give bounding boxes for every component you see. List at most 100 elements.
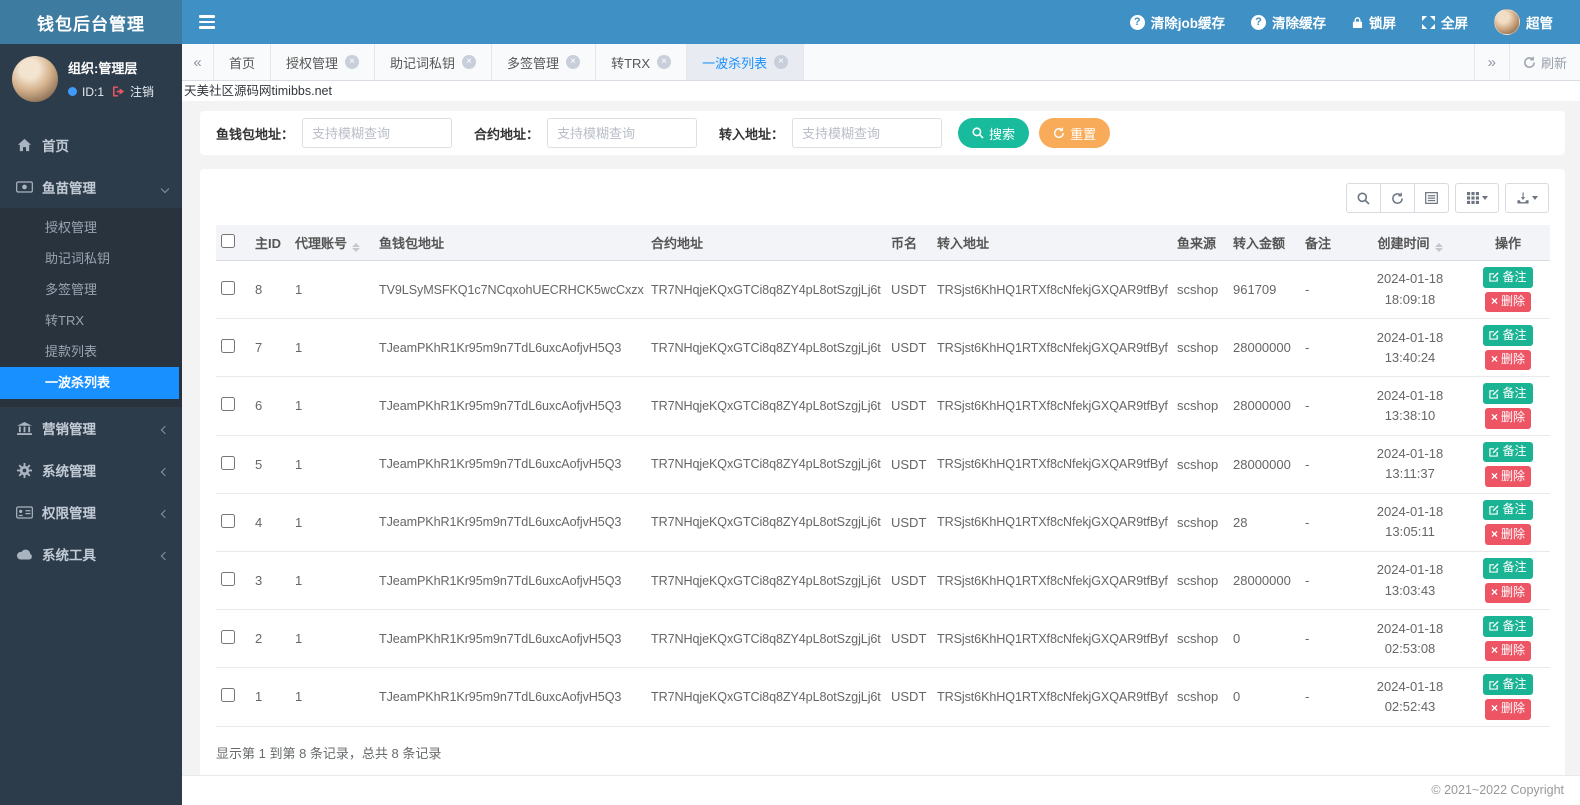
- logout-button[interactable]: 注销: [130, 83, 154, 100]
- row-checkbox[interactable]: [221, 397, 235, 412]
- refresh-icon: [1523, 56, 1536, 69]
- reset-button[interactable]: 重置: [1039, 118, 1111, 148]
- sidebar-item-multisig-management[interactable]: 多签管理: [0, 274, 182, 305]
- sidebar-item-home[interactable]: 首页: [0, 124, 182, 166]
- edit-icon: [1489, 330, 1500, 341]
- delete-button[interactable]: × 删除: [1484, 466, 1532, 487]
- fullscreen-button[interactable]: 全屏: [1409, 0, 1481, 44]
- tab-home[interactable]: 首页: [214, 44, 272, 80]
- cell-contract-address: TR7NHqjeKQxGTCi8q8ZY4pL8otSzgjLj6t: [646, 318, 886, 378]
- lock-screen-button[interactable]: 锁屏: [1339, 0, 1409, 44]
- export-button[interactable]: [1505, 183, 1549, 213]
- cell-coin: USDT: [886, 435, 932, 494]
- cell-id: 3: [250, 551, 290, 611]
- tab-multisig-management[interactable]: 多签管理 ×: [492, 44, 597, 80]
- row-select-cell: [216, 435, 250, 494]
- tabs-scroll-right-button[interactable]: »: [1473, 44, 1509, 80]
- to-address-input[interactable]: [792, 118, 943, 148]
- delete-button-label: 删除: [1501, 352, 1526, 367]
- delete-button[interactable]: × 删除: [1484, 698, 1532, 720]
- sidebar-item-label: 权限管理: [42, 506, 96, 521]
- col-agent[interactable]: 代理账号: [290, 225, 374, 261]
- cell-to-address: TRSjst6KhHQ1RTXf8cNfekjGXQAR9tfByf: [932, 551, 1172, 611]
- tab-transfer-trx[interactable]: 转TRX ×: [596, 44, 688, 80]
- cell-amount: 0: [1228, 609, 1300, 669]
- select-all-checkbox[interactable]: [221, 234, 235, 248]
- cell-source: scshop: [1172, 609, 1228, 669]
- row-checkbox[interactable]: [221, 281, 235, 296]
- card-view-button[interactable]: [1414, 183, 1449, 213]
- delete-button-label: 删除: [1501, 585, 1526, 600]
- note-button[interactable]: 备注: [1483, 674, 1533, 695]
- wallet-address-input[interactable]: [302, 118, 453, 148]
- delete-button[interactable]: × 删除: [1484, 349, 1532, 371]
- clear-job-cache-button[interactable]: ? 清除job缓存: [1117, 0, 1238, 44]
- close-icon[interactable]: ×: [566, 55, 581, 69]
- cell-source: scshop: [1172, 493, 1228, 552]
- tab-onewave-list[interactable]: 一波杀列表 ×: [687, 44, 805, 80]
- cell-coin: USDT: [886, 551, 932, 611]
- top-header: 钱包后台管理 ? 清除job缓存 ? 清除缓存 锁屏 全屏 超管: [0, 0, 1580, 44]
- close-icon[interactable]: ×: [657, 55, 672, 69]
- table-search-button[interactable]: [1346, 183, 1381, 213]
- table-row: 5 1 TJeamPKhR1Kr95m9n7TdL6uxcAofjvH5Q3 T…: [216, 435, 1550, 494]
- sidebar-item-transfer-trx[interactable]: 转TRX: [0, 305, 182, 336]
- note-button[interactable]: 备注: [1483, 557, 1533, 579]
- close-icon[interactable]: ×: [462, 55, 477, 69]
- cell-actions: 备注 × 删除: [1466, 667, 1550, 727]
- sort-icon: [1434, 243, 1443, 252]
- row-checkbox[interactable]: [221, 688, 235, 703]
- note-button[interactable]: 备注: [1483, 325, 1533, 346]
- tab-label: 一波杀列表: [702, 55, 768, 71]
- delete-button[interactable]: × 删除: [1484, 582, 1532, 604]
- tab-mnemonic-keys[interactable]: 助记词私钥 ×: [375, 44, 493, 80]
- sidebar-item-fish-management[interactable]: 鱼苗管理: [0, 166, 182, 208]
- note-button[interactable]: 备注: [1483, 267, 1533, 288]
- refresh-tab-button[interactable]: 刷新: [1508, 44, 1580, 80]
- sidebar-item-auth-management[interactable]: 授权管理: [0, 212, 182, 243]
- edit-icon: [1489, 621, 1500, 632]
- tabs-scroll-left-button[interactable]: «: [182, 44, 214, 80]
- note-button[interactable]: 备注: [1483, 616, 1533, 637]
- note-button[interactable]: 备注: [1483, 499, 1533, 521]
- close-icon[interactable]: ×: [774, 55, 789, 69]
- sidebar-item-withdraw-list[interactable]: 提款列表: [0, 336, 182, 367]
- delete-button[interactable]: × 删除: [1484, 407, 1532, 429]
- search-button[interactable]: 搜索: [958, 118, 1030, 148]
- delete-button[interactable]: × 删除: [1484, 524, 1532, 545]
- row-checkbox[interactable]: [221, 572, 235, 587]
- edit-icon: [1489, 563, 1500, 573]
- col-actions: 操作: [1466, 225, 1550, 261]
- sidebar-item-onewave-list[interactable]: 一波杀列表: [0, 367, 179, 399]
- clear-cache-button[interactable]: ? 清除缓存: [1238, 0, 1339, 44]
- row-checkbox[interactable]: [221, 455, 235, 470]
- table-refresh-button[interactable]: [1380, 183, 1415, 213]
- note-button[interactable]: 备注: [1483, 383, 1533, 404]
- sidebar-item-system-tools[interactable]: 系统工具: [0, 533, 182, 575]
- sidebar-toggle-button[interactable]: [182, 0, 232, 44]
- close-icon[interactable]: ×: [345, 55, 360, 69]
- close-icon: ×: [1490, 701, 1498, 716]
- clear-cache-label: 清除缓存: [1272, 16, 1326, 31]
- row-checkbox[interactable]: [221, 630, 235, 645]
- cell-source: scshop: [1172, 376, 1228, 436]
- delete-button[interactable]: × 删除: [1484, 291, 1532, 313]
- sidebar-item-mnemonic-keys[interactable]: 助记词私钥: [0, 243, 182, 274]
- user-org: 组织:管理层: [68, 61, 138, 76]
- contract-address-input[interactable]: [547, 118, 698, 148]
- cell-wallet-address: TJeamPKhR1Kr95m9n7TdL6uxcAofjvH5Q3: [374, 435, 646, 494]
- row-select-cell: [216, 260, 250, 320]
- note-button[interactable]: 备注: [1483, 441, 1533, 463]
- cell-amount: 28000000: [1228, 435, 1300, 494]
- row-checkbox[interactable]: [221, 513, 235, 528]
- delete-button[interactable]: × 删除: [1484, 640, 1532, 662]
- sidebar-item-marketing[interactable]: 营销管理: [0, 407, 182, 449]
- question-circle-icon: ?: [1129, 14, 1145, 30]
- row-checkbox[interactable]: [221, 339, 235, 354]
- col-created-time[interactable]: 创建时间: [1354, 225, 1466, 261]
- tab-auth-management[interactable]: 授权管理 ×: [271, 44, 376, 80]
- sidebar-item-system-management[interactable]: 系统管理: [0, 449, 182, 491]
- columns-button[interactable]: [1455, 183, 1499, 213]
- sidebar-item-permission-management[interactable]: 权限管理: [0, 491, 182, 533]
- user-menu[interactable]: 超管: [1481, 0, 1566, 44]
